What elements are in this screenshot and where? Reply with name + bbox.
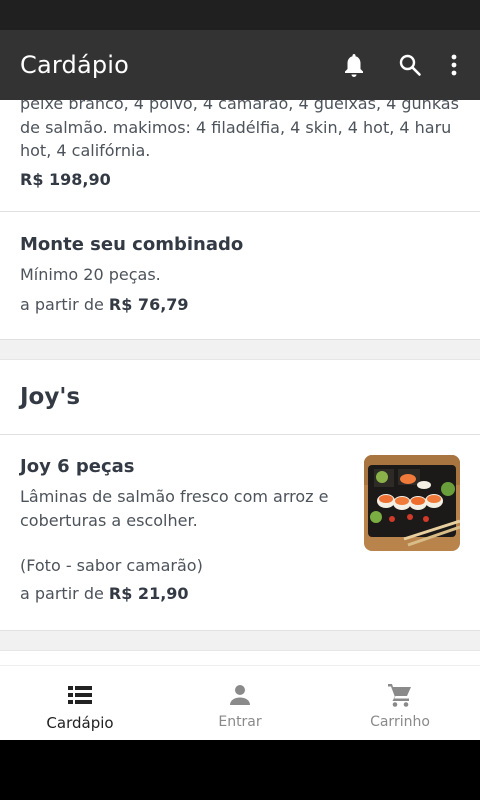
bottom-navigation: Cardápio Entrar Carrinho	[0, 665, 480, 740]
sushi-photo-icon	[364, 455, 460, 551]
price-prefix: a partir de	[20, 294, 104, 314]
list-icon	[68, 686, 92, 704]
item-price: R$ 76,79	[108, 294, 189, 314]
item-description: Lâminas de salmão fresco com arroz e cob…	[20, 487, 329, 530]
item-description: peixe branco, 4 polvo, 4 camarão, 4 guei…	[20, 100, 459, 160]
item-note: (Foto - sabor camarão)	[20, 556, 203, 575]
item-description: Mínimo 20 peças.	[20, 265, 161, 284]
bell-icon	[345, 54, 363, 77]
section-divider	[0, 340, 480, 360]
nav-item-entrar[interactable]: Entrar	[160, 666, 320, 740]
nav-label: Entrar	[218, 714, 262, 730]
status-bar	[0, 0, 480, 30]
nav-item-carrinho[interactable]: Carrinho	[320, 666, 480, 740]
price-prefix: a partir de	[20, 583, 104, 603]
menu-item-partial[interactable]: peixe branco, 4 polvo, 4 camarão, 4 guei…	[0, 100, 480, 212]
section-divider	[0, 631, 480, 651]
search-button[interactable]	[384, 39, 436, 91]
search-icon	[399, 54, 421, 76]
section-title: Joy's	[20, 384, 81, 410]
nav-item-cardapio[interactable]: Cardápio	[0, 666, 160, 740]
menu-list: peixe branco, 4 polvo, 4 camarão, 4 guei…	[0, 100, 480, 665]
notifications-button[interactable]	[328, 39, 380, 91]
app-actions	[324, 39, 460, 91]
cart-icon	[388, 684, 411, 707]
item-name: Monte seu combinado	[20, 234, 244, 255]
person-icon	[230, 685, 250, 705]
more-vertical-icon	[451, 54, 457, 76]
item-name: Joy 6 peças	[20, 456, 135, 477]
nav-label: Cardápio	[46, 714, 114, 732]
app-title: Cardápio	[20, 51, 130, 79]
section-header: Joy's	[0, 360, 480, 435]
item-price-row: a partir de R$ 76,79	[20, 295, 460, 314]
menu-item-combo[interactable]: Monte seu combinado Mínimo 20 peças. a p…	[0, 212, 480, 340]
item-price-row: a partir de R$ 21,90	[20, 584, 350, 603]
item-price: R$ 198,90	[20, 169, 111, 189]
more-options-button[interactable]	[440, 39, 468, 91]
nav-label: Carrinho	[370, 714, 430, 730]
item-photo[interactable]	[364, 455, 460, 551]
system-navigation-bar	[0, 740, 480, 800]
menu-item-joy[interactable]: Joy 6 peças Lâminas de salmão fresco com…	[0, 435, 480, 631]
app-bar: Cardápio	[0, 30, 480, 100]
item-price: R$ 21,90	[108, 583, 189, 603]
